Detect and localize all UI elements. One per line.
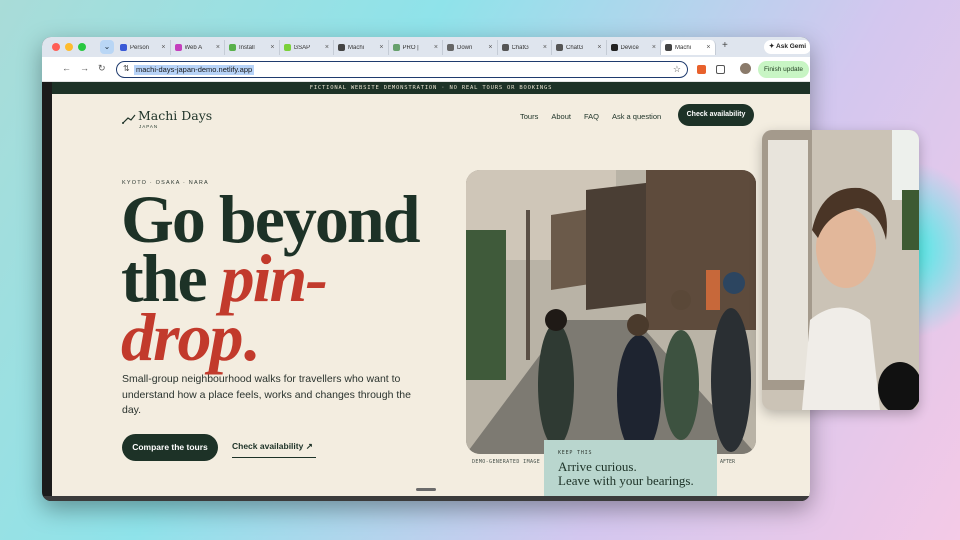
extension-icon[interactable] (697, 65, 706, 74)
hero-headline: Go beyond the pin- drop. (121, 185, 461, 371)
close-tab-icon[interactable]: × (652, 44, 656, 51)
keep-line-1: Arrive curious. (558, 459, 637, 474)
close-tab-icon[interactable]: × (379, 44, 383, 51)
tab-label: Person (130, 44, 150, 51)
hero-photo (466, 170, 756, 454)
link-underline (232, 457, 316, 458)
browser-tab[interactable]: Device × (607, 40, 661, 55)
close-tab-icon[interactable]: × (434, 44, 438, 51)
site-info-icon[interactable]: ⇅ (123, 64, 130, 73)
photo-caption-right: AFTER (720, 459, 736, 465)
tab-search-button[interactable]: ⌄ (100, 40, 114, 54)
favicon-icon (447, 44, 454, 51)
url-text[interactable]: machi-days-japan-demo.netlify.app (134, 65, 255, 75)
close-tab-icon[interactable]: × (706, 44, 710, 51)
favicon-icon (392, 44, 400, 51)
tab-label: ChatG (566, 44, 584, 51)
close-tab-icon[interactable]: × (597, 44, 601, 51)
nav-tours[interactable]: Tours (520, 112, 538, 121)
new-tab-button[interactable]: + (722, 40, 728, 51)
close-tab-icon[interactable]: × (325, 44, 329, 51)
close-window-button[interactable] (52, 43, 60, 51)
hero-subcopy: Small-group neighbourhood walks for trav… (122, 373, 411, 416)
keep-this-card: KEEP THIS Arrive curious. Leave with you… (544, 440, 717, 496)
tab-label: ChatG (511, 44, 529, 51)
favicon-icon (338, 44, 345, 51)
brand-sub: JAPAN (139, 124, 159, 129)
favicon-icon (229, 44, 236, 51)
browser-tab[interactable]: Machi × (661, 40, 716, 55)
keep-label: KEEP THIS (558, 450, 593, 456)
zoom-window-button[interactable] (78, 43, 86, 51)
reload-button[interactable]: ↻ (98, 63, 106, 74)
demo-banner: FICTIONAL WEBSITE DEMONSTRATION · NO REA… (52, 82, 810, 94)
nav-about[interactable]: About (551, 112, 571, 121)
browser-tab[interactable]: PRO | × (389, 40, 443, 55)
browser-toolbar: ← → ↻ ⇅ machi-days-japan-demo.netlify.ap… (42, 57, 810, 82)
presenter-video-image (762, 130, 919, 410)
tab-label: GSAP (293, 44, 311, 51)
favicon-icon (283, 44, 291, 51)
browser-tab[interactable]: Machi × (334, 40, 389, 55)
tab-label: PRO | (402, 44, 419, 51)
browser-window: ⌄ Person × Web A × Install × GSAP × Machi × PRO | ×… (42, 37, 810, 501)
ask-gemini-button[interactable]: ✦ Ask Gemi (764, 40, 810, 54)
close-tab-icon[interactable]: × (488, 44, 492, 51)
favicon-icon (556, 44, 563, 51)
browser-tab[interactable]: Down × (443, 40, 498, 55)
address-bar[interactable]: ⇅ machi-days-japan-demo.netlify.app ☆ (116, 61, 688, 78)
tab-label: Machi (348, 44, 365, 51)
pin-route-icon (122, 114, 136, 124)
finish-update-button[interactable]: Finish update (758, 61, 810, 78)
browser-tab[interactable]: Web A × (171, 40, 225, 55)
favicon-icon (610, 44, 618, 51)
brand-name: Machi Days (138, 108, 213, 123)
favicon-icon (120, 44, 127, 51)
keep-line-2: Leave with your bearings. (558, 473, 694, 488)
compare-tours-button[interactable]: Compare the tours (122, 434, 218, 461)
browser-tab[interactable]: ChatG × (498, 40, 552, 55)
bookmark-star-icon[interactable]: ☆ (673, 64, 681, 75)
browser-tab[interactable]: Install × (225, 40, 280, 55)
close-tab-icon[interactable]: × (543, 44, 547, 51)
check-availability-link[interactable]: Check availability ↗ (232, 441, 313, 452)
webcam-overlay (762, 130, 919, 410)
minimize-window-button[interactable] (65, 43, 73, 51)
favicon-icon (501, 44, 509, 51)
nav-faq[interactable]: FAQ (584, 112, 599, 121)
favicon-icon (174, 44, 182, 51)
profile-avatar[interactable] (740, 63, 751, 74)
tab-label: Down (457, 44, 473, 51)
browser-tab[interactable]: ChatG × (552, 40, 607, 55)
nav-ask-question[interactable]: Ask a question (612, 112, 661, 121)
headline-period: . (241, 299, 258, 375)
check-availability-button[interactable]: Check availability (678, 104, 754, 126)
street-scene-image (466, 170, 756, 454)
main-nav: Tours About FAQ Ask a question (520, 112, 661, 121)
extensions-puzzle-icon[interactable] (716, 65, 725, 74)
tab-label: Device (620, 44, 639, 51)
scroll-indicator (416, 488, 436, 491)
window-controls (52, 43, 86, 51)
tab-strip: Person × Web A × Install × GSAP × Machi × PRO | × Do… (116, 40, 716, 55)
forward-button[interactable]: → (80, 63, 89, 73)
tab-label: Web A (184, 44, 203, 51)
photo-caption: DEMO-GENERATED IMAGE (472, 459, 541, 465)
close-tab-icon[interactable]: × (161, 44, 165, 51)
browser-tab[interactable]: Person × (116, 40, 171, 55)
dock-strip (42, 496, 810, 501)
favicon-icon (665, 44, 672, 51)
tab-bar: ⌄ Person × Web A × Install × GSAP × Machi × PRO | ×… (42, 37, 810, 57)
tab-label: Machi (675, 44, 692, 51)
headline-accent-2: drop (121, 299, 243, 375)
back-button[interactable]: ← (62, 63, 71, 73)
web-page: FICTIONAL WEBSITE DEMONSTRATION · NO REA… (52, 82, 810, 496)
close-tab-icon[interactable]: × (270, 44, 274, 51)
tab-label: Install (239, 44, 255, 51)
browser-tab[interactable]: GSAP × (280, 40, 334, 55)
close-tab-icon[interactable]: × (216, 44, 220, 51)
